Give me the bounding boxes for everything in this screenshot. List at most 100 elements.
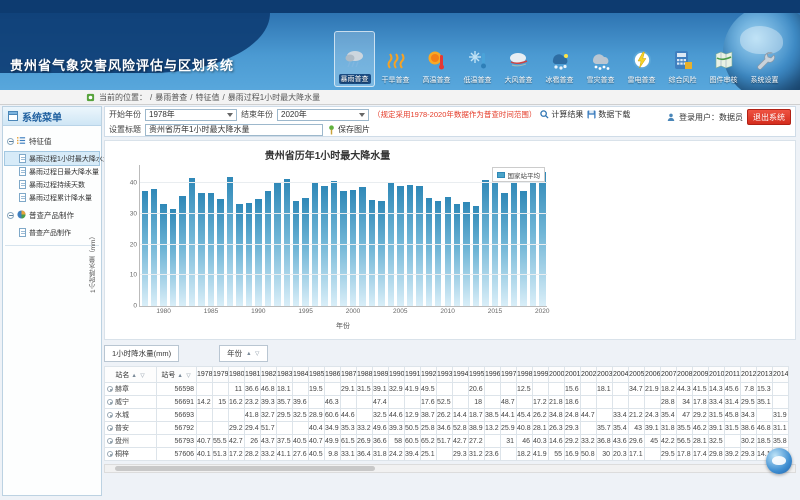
calc-result-button[interactable]: 计算结果 <box>540 109 583 120</box>
toolbar-item-1[interactable]: 暴雨普查 <box>334 31 375 87</box>
station-name-cell[interactable]: 桐梓 <box>105 448 157 461</box>
bar-1991[interactable] <box>263 165 272 306</box>
col-id-header[interactable]: 站号 ▲ ▽ <box>157 367 197 383</box>
toolbar-item-5[interactable]: 大风普查 <box>498 31 539 87</box>
col-year-2004[interactable]: 2004 <box>613 367 629 383</box>
data-download-button[interactable]: 数据下载 <box>587 109 630 120</box>
bar-2015[interactable] <box>490 165 499 306</box>
bar-2013[interactable] <box>471 165 480 306</box>
bar-2001[interactable] <box>358 165 367 306</box>
bar-2010[interactable] <box>443 165 452 306</box>
col-year-2014[interactable]: 2014 <box>773 367 789 383</box>
expand-icon[interactable] <box>107 425 113 431</box>
col-year-1978[interactable]: 1978 <box>197 367 213 383</box>
col-year-1999[interactable]: 1999 <box>533 367 549 383</box>
col-year-1991[interactable]: 1991 <box>405 367 421 383</box>
col-year-1985[interactable]: 1985 <box>309 367 325 383</box>
bar-1983[interactable] <box>187 165 196 306</box>
bar-2020[interactable] <box>538 165 547 306</box>
col-year-1995[interactable]: 1995 <box>469 367 485 383</box>
expand-icon[interactable] <box>107 451 113 457</box>
sidebar-item-2-1[interactable]: 普查产品制作 <box>5 226 99 239</box>
toolbar-item-7[interactable]: 雪灾普查 <box>580 31 621 87</box>
toolbar-item-10[interactable]: 图件审核 <box>703 31 744 87</box>
bar-2003[interactable] <box>377 165 386 306</box>
bar-2016[interactable] <box>500 165 509 306</box>
breadcrumb-item-2[interactable]: 特征值 <box>195 93 219 102</box>
col-year-1994[interactable]: 1994 <box>453 367 469 383</box>
col-year-1988[interactable]: 1988 <box>357 367 373 383</box>
bar-1990[interactable] <box>254 165 263 306</box>
bar-1997[interactable] <box>320 165 329 306</box>
toolbar-item-8[interactable]: 雷电普查 <box>621 31 662 87</box>
toolbar-item-6[interactable]: 冰雹普查 <box>539 31 580 87</box>
bar-1992[interactable] <box>273 165 282 306</box>
col-year-2006[interactable]: 2006 <box>645 367 661 383</box>
toolbar-item-2[interactable]: 干旱普查 <box>375 31 416 87</box>
station-name-cell[interactable]: 赫章 <box>105 383 157 396</box>
bar-1978[interactable] <box>140 165 149 306</box>
bar-2002[interactable] <box>367 165 376 306</box>
col-year-1982[interactable]: 1982 <box>261 367 277 383</box>
breadcrumb-item-1[interactable]: 暴雨普查 <box>155 93 187 102</box>
bar-1994[interactable] <box>292 165 301 306</box>
col-year-1986[interactable]: 1986 <box>325 367 341 383</box>
col-year-1981[interactable]: 1981 <box>245 367 261 383</box>
bar-2006[interactable] <box>405 165 414 306</box>
station-name-cell[interactable]: 水城 <box>105 409 157 422</box>
col-year-2009[interactable]: 2009 <box>693 367 709 383</box>
station-name-cell[interactable]: 威宁 <box>105 396 157 409</box>
col-year-1980[interactable]: 1980 <box>229 367 245 383</box>
sort-arrows-icon[interactable]: ▲ ▽ <box>246 351 260 357</box>
col-year-1987[interactable]: 1987 <box>341 367 357 383</box>
station-name-cell[interactable]: 盘州 <box>105 435 157 448</box>
col-year-2013[interactable]: 2013 <box>757 367 773 383</box>
col-year-2008[interactable]: 2008 <box>677 367 693 383</box>
chart-title-input[interactable] <box>145 124 323 136</box>
bar-2014[interactable] <box>481 165 490 306</box>
bar-1980[interactable] <box>159 165 168 306</box>
sidebar-item-1-2[interactable]: 暴雨过程日最大降水量 <box>5 165 99 178</box>
col-year-1992[interactable]: 1992 <box>421 367 437 383</box>
start-year-select[interactable]: 1978年 <box>145 109 237 121</box>
col-year-2005[interactable]: 2005 <box>629 367 645 383</box>
col-year-1983[interactable]: 1983 <box>277 367 293 383</box>
toolbar-item-4[interactable]: 低温普查 <box>457 31 498 87</box>
toolbar-item-11[interactable]: 系统设置 <box>744 31 785 87</box>
end-year-select[interactable]: 2020年 <box>277 109 369 121</box>
sidebar-group-2[interactable]: 普查产品制作 <box>5 204 99 226</box>
col-year-2011[interactable]: 2011 <box>725 367 741 383</box>
bar-1999[interactable] <box>339 165 348 306</box>
sidebar-group-1[interactable]: 特征值 <box>5 130 99 152</box>
col-year-1989[interactable]: 1989 <box>373 367 389 383</box>
bar-1981[interactable] <box>168 165 177 306</box>
col-year-2012[interactable]: 2012 <box>741 367 757 383</box>
sidebar-item-1-1[interactable]: 暴雨过程1小时最大降水量 <box>5 152 99 165</box>
bar-2009[interactable] <box>434 165 443 306</box>
col-year-2010[interactable]: 2010 <box>709 367 725 383</box>
expand-icon[interactable] <box>107 412 113 418</box>
sidebar-item-1-4[interactable]: 暴雨过程累计降水量 <box>5 191 99 204</box>
collapse-icon[interactable] <box>7 212 14 219</box>
col-year-2003[interactable]: 2003 <box>597 367 613 383</box>
bar-2004[interactable] <box>386 165 395 306</box>
col-year-2002[interactable]: 2002 <box>581 367 597 383</box>
bar-1993[interactable] <box>282 165 291 306</box>
bar-2007[interactable] <box>415 165 424 306</box>
bar-2017[interactable] <box>509 165 518 306</box>
toolbar-item-3[interactable]: 高温普查 <box>416 31 457 87</box>
bar-1995[interactable] <box>301 165 310 306</box>
bar-1986[interactable] <box>216 165 225 306</box>
logout-button[interactable]: 退出系统 <box>747 109 791 125</box>
bar-1987[interactable] <box>225 165 234 306</box>
col-year-1979[interactable]: 1979 <box>213 367 229 383</box>
bar-1998[interactable] <box>329 165 338 306</box>
expand-icon[interactable] <box>107 386 113 392</box>
toolbar-item-9[interactable]: 综合风险 <box>662 31 703 87</box>
scrollbar-thumb[interactable] <box>115 466 375 471</box>
bar-1985[interactable] <box>206 165 215 306</box>
col-year-1996[interactable]: 1996 <box>485 367 501 383</box>
bar-2018[interactable] <box>519 165 528 306</box>
bar-1982[interactable] <box>178 165 187 306</box>
bar-1988[interactable] <box>235 165 244 306</box>
